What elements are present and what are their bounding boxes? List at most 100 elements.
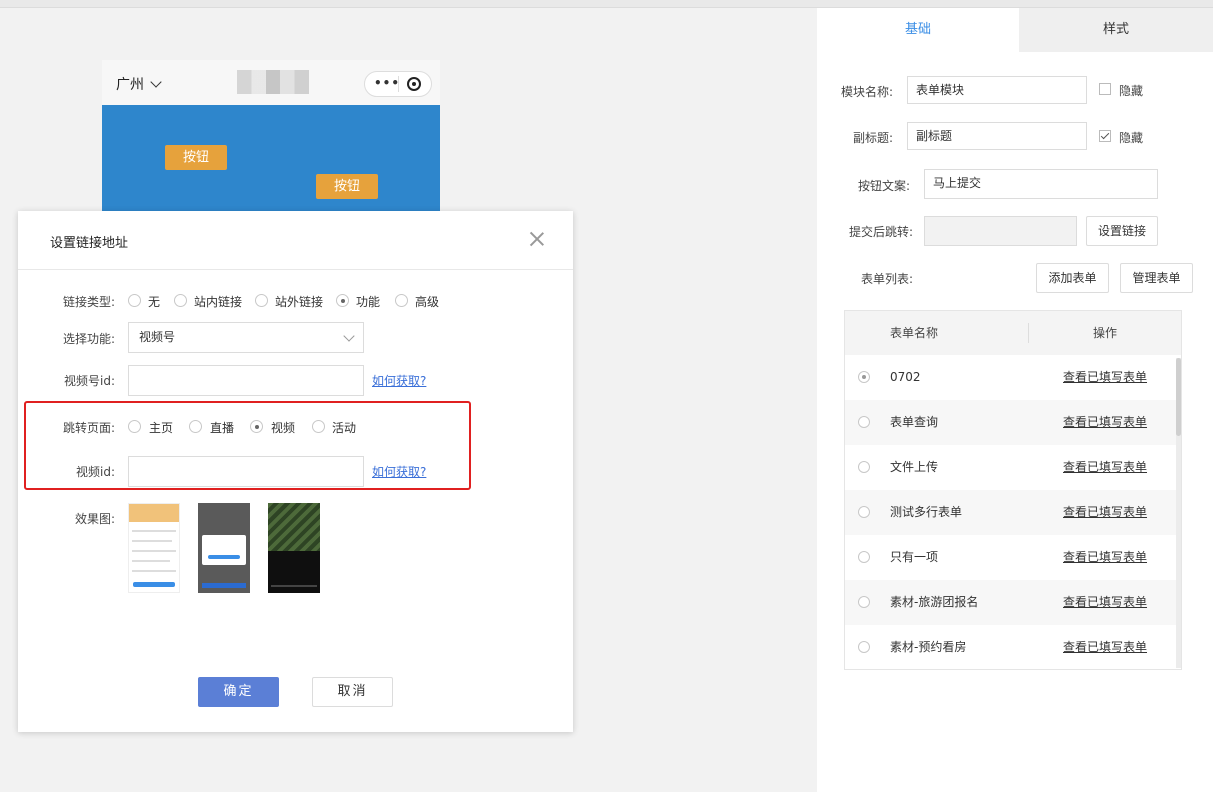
channel-id-input[interactable] bbox=[128, 365, 364, 396]
function-select[interactable]: 视频号 bbox=[128, 322, 364, 353]
module-name-label: 模块名称: bbox=[840, 85, 893, 99]
preview-image-video[interactable] bbox=[268, 503, 320, 593]
row-name: 素材-预约看房 bbox=[890, 640, 967, 654]
add-form-button[interactable]: 添加表单 bbox=[1036, 263, 1109, 293]
jump-live-label: 直播 bbox=[210, 421, 235, 435]
link-type-external-label: 站外链接 bbox=[275, 295, 324, 309]
function-select-value: 视频号 bbox=[139, 330, 176, 344]
view-submissions-link[interactable]: 查看已填写表单 bbox=[1063, 535, 1147, 580]
city-label: 广州 bbox=[116, 77, 144, 93]
link-type-internal-label: 站内链接 bbox=[194, 295, 243, 309]
module-name-hide-checkbox[interactable] bbox=[1099, 83, 1111, 95]
view-submissions-link[interactable]: 查看已填写表单 bbox=[1063, 580, 1147, 625]
jump-activity-label: 活动 bbox=[332, 421, 357, 435]
jump-live-radio[interactable] bbox=[189, 420, 202, 433]
row-radio[interactable] bbox=[858, 416, 870, 428]
more-dots-icon[interactable]: ••• bbox=[374, 76, 400, 90]
preview-nav-bar bbox=[271, 585, 317, 587]
subtitle-label: 副标题: bbox=[852, 131, 893, 145]
link-type-label: 链接类型: bbox=[62, 295, 115, 309]
row-radio[interactable] bbox=[858, 596, 870, 608]
cancel-button[interactable]: 取消 bbox=[312, 677, 393, 707]
scrollbar-thumb[interactable] bbox=[1176, 358, 1181, 436]
how-to-get-video-id-link[interactable]: 如何获取? bbox=[372, 463, 426, 480]
row-radio[interactable] bbox=[858, 461, 870, 473]
channel-id-label: 视频号id: bbox=[64, 374, 115, 388]
table-header: 表单名称 操作 bbox=[845, 311, 1181, 355]
how-to-get-channel-id-link[interactable]: 如何获取? bbox=[372, 372, 426, 389]
preview-line bbox=[132, 530, 176, 532]
chevron-down-icon bbox=[343, 330, 355, 342]
module-name-hide-label: 隐藏 bbox=[1119, 84, 1144, 98]
row-radio[interactable] bbox=[858, 371, 870, 383]
confirm-button[interactable]: 确定 bbox=[198, 677, 279, 707]
table-row[interactable]: 素材-预约看房 查看已填写表单 bbox=[845, 625, 1181, 670]
link-type-function-label: 功能 bbox=[356, 295, 381, 309]
row-radio[interactable] bbox=[858, 641, 870, 653]
preview-video-frame bbox=[268, 503, 320, 551]
preview-label: 效果图: bbox=[74, 512, 115, 526]
table-scrollbar[interactable] bbox=[1176, 358, 1181, 668]
close-icon[interactable] bbox=[530, 232, 544, 246]
table-row[interactable]: 测试多行表单 查看已填写表单 bbox=[845, 490, 1181, 535]
set-link-dialog: 设置链接地址 链接类型: 无 站内链接 站外链接 功能 高级 选择功能: 视频号… bbox=[18, 211, 573, 732]
view-submissions-link[interactable]: 查看已填写表单 bbox=[1063, 445, 1147, 490]
preview-header bbox=[129, 504, 179, 522]
video-id-label: 视频id: bbox=[76, 465, 115, 479]
preview-button-2[interactable]: 按钮 bbox=[316, 174, 378, 199]
link-type-advanced-radio[interactable] bbox=[395, 294, 408, 307]
view-submissions-link[interactable]: 查看已填写表单 bbox=[1063, 625, 1147, 670]
row-name: 表单查询 bbox=[890, 415, 939, 429]
module-name-input[interactable]: 表单模块 bbox=[907, 76, 1087, 104]
row-radio[interactable] bbox=[858, 551, 870, 563]
link-type-external-radio[interactable] bbox=[255, 294, 268, 307]
tab-style[interactable]: 样式 bbox=[1019, 8, 1213, 52]
dialog-title: 设置链接地址 bbox=[50, 236, 129, 251]
preview-dialog bbox=[202, 535, 246, 565]
phone-preview: 广州 ••• 按钮 按钮 bbox=[102, 60, 440, 220]
jump-home-radio[interactable] bbox=[128, 420, 141, 433]
dialog-divider bbox=[18, 269, 573, 270]
preview-image-form[interactable] bbox=[128, 503, 180, 593]
table-row[interactable]: 只有一项 查看已填写表单 bbox=[845, 535, 1181, 580]
row-radio[interactable] bbox=[858, 506, 870, 518]
row-name: 文件上传 bbox=[890, 460, 939, 474]
link-type-internal-radio[interactable] bbox=[174, 294, 187, 307]
table-row[interactable]: 文件上传 查看已填写表单 bbox=[845, 445, 1181, 490]
col-form-name: 表单名称 bbox=[890, 326, 939, 340]
subtitle-hide-checkbox[interactable] bbox=[1099, 130, 1111, 142]
redirect-input bbox=[924, 216, 1077, 246]
table-row[interactable]: 表单查询 查看已填写表单 bbox=[845, 400, 1181, 445]
col-actions: 操作 bbox=[1093, 326, 1118, 340]
jump-home-label: 主页 bbox=[149, 421, 174, 435]
top-bar bbox=[0, 0, 1213, 8]
header-divider bbox=[1028, 323, 1029, 343]
link-type-function-radio[interactable] bbox=[336, 294, 349, 307]
video-id-input[interactable] bbox=[128, 456, 364, 487]
preview-submit-bar bbox=[202, 583, 246, 588]
link-type-none-label: 无 bbox=[148, 295, 161, 309]
miniprogram-capsule[interactable]: ••• bbox=[364, 71, 432, 97]
set-link-button[interactable]: 设置链接 bbox=[1086, 216, 1158, 246]
table-row[interactable]: 素材-旅游团报名 查看已填写表单 bbox=[845, 580, 1181, 625]
manage-form-button[interactable]: 管理表单 bbox=[1120, 263, 1193, 293]
phone-header: 广州 ••• bbox=[102, 60, 440, 105]
preview-image-dialog[interactable] bbox=[198, 503, 250, 593]
blurred-title bbox=[237, 70, 309, 94]
jump-video-radio[interactable] bbox=[250, 420, 263, 433]
button-text-label: 按钮文案: bbox=[857, 179, 910, 193]
redirect-label: 提交后跳转: bbox=[848, 225, 913, 239]
preview-line bbox=[132, 560, 170, 562]
button-text-input[interactable]: 马上提交 bbox=[924, 169, 1158, 199]
view-submissions-link[interactable]: 查看已填写表单 bbox=[1063, 400, 1147, 445]
city-selector[interactable]: 广州 bbox=[116, 74, 162, 94]
tab-basic[interactable]: 基础 bbox=[817, 8, 1019, 52]
subtitle-input[interactable]: 副标题 bbox=[907, 122, 1087, 150]
view-submissions-link[interactable]: 查看已填写表单 bbox=[1063, 490, 1147, 535]
view-submissions-link[interactable]: 查看已填写表单 bbox=[1063, 355, 1147, 400]
link-type-none-radio[interactable] bbox=[128, 294, 141, 307]
jump-activity-radio[interactable] bbox=[312, 420, 325, 433]
close-target-icon[interactable] bbox=[407, 77, 421, 91]
table-row[interactable]: 0702 查看已填写表单 bbox=[845, 355, 1181, 400]
preview-button-1[interactable]: 按钮 bbox=[165, 145, 227, 170]
